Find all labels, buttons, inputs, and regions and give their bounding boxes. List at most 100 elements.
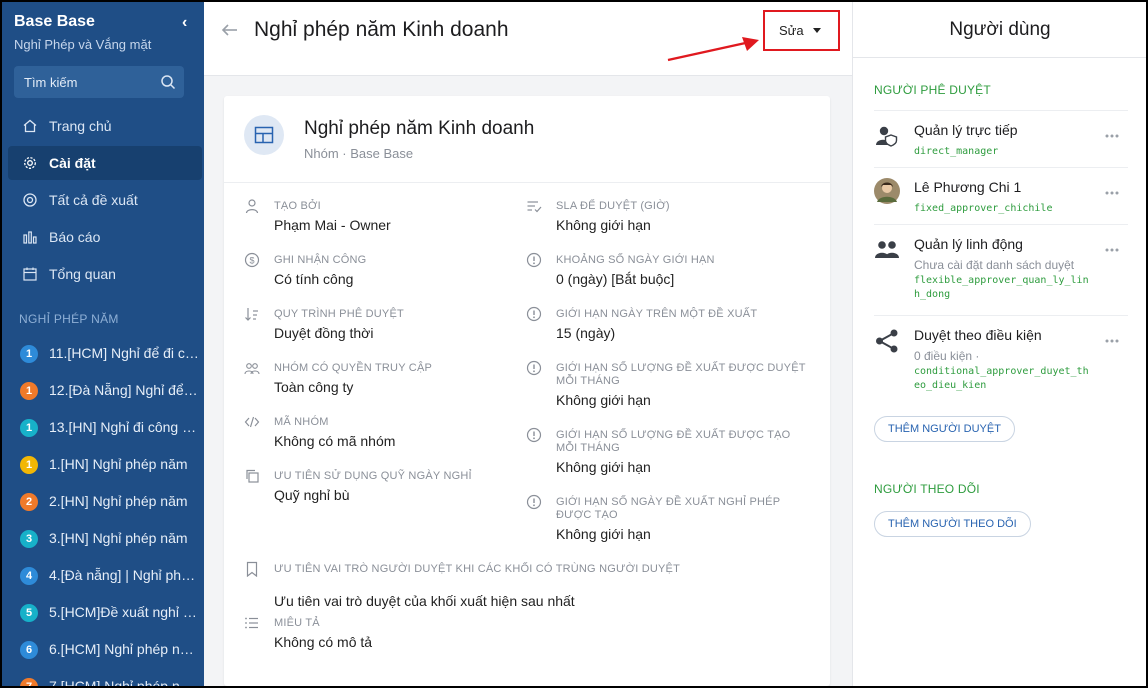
sidebar-list-label: 12.[Đà Nẵng] Nghỉ để đi công tác [49,382,199,398]
code-icon [244,416,260,428]
count-badge: 1 [20,419,38,437]
sidebar-list-item[interactable]: 2 2.[HN] Nghỉ phép năm [2,483,204,520]
share-icon [876,329,898,353]
nav-item-reports[interactable]: Báo cáo [8,220,202,254]
more-options-icon[interactable] [1104,133,1120,139]
more-options-icon[interactable] [1104,338,1120,344]
approver-item[interactable]: Quản lý trực tiếp direct_manager [874,110,1128,167]
more-options-icon[interactable] [1104,247,1120,253]
approver-description: 0 điều kiện · [914,349,980,363]
field-value: Phạm Mai - Owner [274,217,391,233]
field-label: GIỚI HẠN NGÀY TRÊN MỘT ĐỀ XUẤT [556,308,758,320]
gear-icon [24,157,36,169]
copy-icon [246,469,259,483]
nav-label: Báo cáo [49,229,101,245]
sidebar-list-label: 11.[HCM] Nghỉ để đi công tác [49,345,199,361]
field-value: Có tính công [274,271,354,287]
list-icon [245,617,258,629]
nav-label: Tất cả đề xuất [49,192,138,208]
users-icon [875,241,899,258]
calendar-icon [23,267,37,281]
add-approver-button[interactable]: THÊM NGƯỜI DUYỆT [874,416,1015,442]
detail-field: $ GHI NHẬN CÔNG Có tính công [244,252,494,304]
sidebar-list-item[interactable]: 1 12.[Đà Nẵng] Nghỉ để đi công tác [2,372,204,409]
sidebar-list-label: 2.[HN] Nghỉ phép năm [49,493,188,509]
sidebar-section-title: NGHỈ PHÉP NĂM [19,312,119,326]
field-value: Không giới hạn [556,526,651,542]
sidebar-list-item[interactable]: 5 5.[HCM]Đề xuất nghỉ phép [2,594,204,631]
edit-highlight-box: Sửa [763,10,840,51]
field-label: ƯU TIÊN VAI TRÒ NGƯỜI DUYỆT KHI CÁC KHỐI… [274,563,680,575]
sidebar-list-item[interactable]: 3 3.[HN] Nghỉ phép năm [2,520,204,557]
detail-field: SLA ĐỂ DUYỆT (GIỜ) Không giới hạn [526,198,808,250]
search-icon[interactable] [160,74,176,90]
nav-item-all-requests[interactable]: Tất cả đề xuất [8,183,202,217]
count-badge: 4 [20,567,38,585]
approver-item[interactable]: Lê Phương Chi 1 fixed_approver_chichile [874,167,1128,224]
field-value: Quỹ nghỉ bù [274,487,350,503]
more-options-icon[interactable] [1104,190,1120,196]
card-title: Nghỉ phép năm Kinh doanh [304,118,535,139]
app-name: Base Base [14,13,95,30]
group-icon [244,363,260,375]
detail-field: GIỚI HẠN SỐ LƯỢNG ĐỀ XUẤT ĐƯỢC TẠO MỖI T… [526,427,808,479]
page-title: Nghỉ phép năm Kinh doanh [254,18,509,41]
layout-icon [254,126,274,144]
nav-item-settings[interactable]: Cài đặt [8,146,202,180]
count-badge: 5 [20,604,38,622]
back-arrow-icon[interactable] [220,20,240,40]
divider [224,182,830,183]
sidebar-list-label: 6.[HCM] Nghỉ phép năm [49,641,199,657]
count-badge: 3 [20,530,38,548]
field-label: KHOẢNG SỐ NGÀY GIỚI HẠN [556,254,715,266]
sidebar: Base Base ‹ Nghỉ Phép và Vắng mặt Tìm ki… [2,2,204,686]
detail-field: NHÓM CÓ QUYỀN TRUY CẬP Toàn công ty [244,360,494,412]
nav-label: Trang chủ [49,118,112,134]
add-follower-button[interactable]: THÊM NGƯỜI THEO DÕI [874,511,1031,537]
followers-section-title: NGƯỜI THEO DÕI [874,482,980,496]
approver-code: flexible_approver_quan_ly_linh_dong [914,275,1089,300]
field-label: ƯU TIÊN SỬ DỤNG QUỸ NGÀY NGHỈ [274,470,472,482]
approvers-section-title: NGƯỜI PHÊ DUYỆT [874,83,991,97]
group-detail-card: Nghỉ phép năm Kinh doanh Nhóm · Base Bas… [224,96,830,686]
approver-code: conditional_approver_duyet_theo_dieu_kie… [914,366,1089,391]
edit-button[interactable]: Sửa [775,17,827,44]
nav-item-overview[interactable]: Tổng quan [8,257,202,291]
nav-item-home[interactable]: Trang chủ [8,109,202,143]
field-label: GHI NHẬN CÔNG [274,254,367,266]
field-label: MÃ NHÓM [274,416,329,428]
field-label: SLA ĐỂ DUYỆT (GIỜ) [556,200,670,212]
users-panel-title: Người dùng [949,19,1051,40]
info-icon [526,494,542,510]
collapse-sidebar-icon[interactable]: ‹ [182,14,187,32]
info-icon [526,252,542,268]
approver-item[interactable]: Duyệt theo điều kiện 0 điều kiện · conditi… [874,315,1128,401]
nav-label: Tổng quan [49,266,116,282]
sidebar-list-item[interactable]: 1 1.[HN] Nghỉ phép năm [2,446,204,483]
count-badge: 2 [20,493,38,511]
users-panel: Người dùng NGƯỜI PHÊ DUYỆT Quản lý trực … [852,2,1146,686]
sidebar-list-label: 4.[Đà nẵng] | Nghỉ phép năm [49,567,199,583]
sidebar-list-item[interactable]: 1 13.[HN] Nghỉ đi công tác [2,409,204,446]
detail-field: GIỚI HẠN SỐ LƯỢNG ĐỀ XUẤT ĐƯỢC DUYỆT MỖI… [526,360,808,412]
sidebar-list-item[interactable]: 7 7.[HCM] Nghỉ phép năm [2,668,204,686]
search-input[interactable]: Tìm kiếm [14,66,184,98]
detail-field: MÃ NHÓM Không có mã nhóm [244,414,494,466]
svg-text:$: $ [249,256,254,266]
list-check-icon [527,201,542,213]
bar-chart-icon [23,231,37,244]
field-value: Toàn công ty [274,379,354,395]
field-value: Ưu tiên vai trò duyệt của khối xuất hiện… [274,593,575,609]
sidebar-list-item[interactable]: 6 6.[HCM] Nghỉ phép năm [2,631,204,668]
detail-field: ƯU TIÊN SỬ DỤNG QUỸ NGÀY NGHỈ Quỹ nghỉ bù [244,468,494,520]
field-value: Không giới hạn [556,392,651,408]
field-value: Không giới hạn [556,217,651,233]
field-value: 0 (ngày) [Bắt buộc] [556,271,675,287]
app-window: Base Base ‹ Nghỉ Phép và Vắng mặt Tìm ki… [2,2,1146,686]
sort-icon [245,308,258,321]
approver-code: direct_manager [914,146,999,157]
sidebar-list-item[interactable]: 1 11.[HCM] Nghỉ để đi công tác [2,335,204,372]
bookmark-icon [246,561,258,577]
sidebar-list-item[interactable]: 4 4.[Đà nẵng] | Nghỉ phép năm [2,557,204,594]
approver-item[interactable]: Quản lý linh động Chưa cài đặt danh sách … [874,224,1128,315]
